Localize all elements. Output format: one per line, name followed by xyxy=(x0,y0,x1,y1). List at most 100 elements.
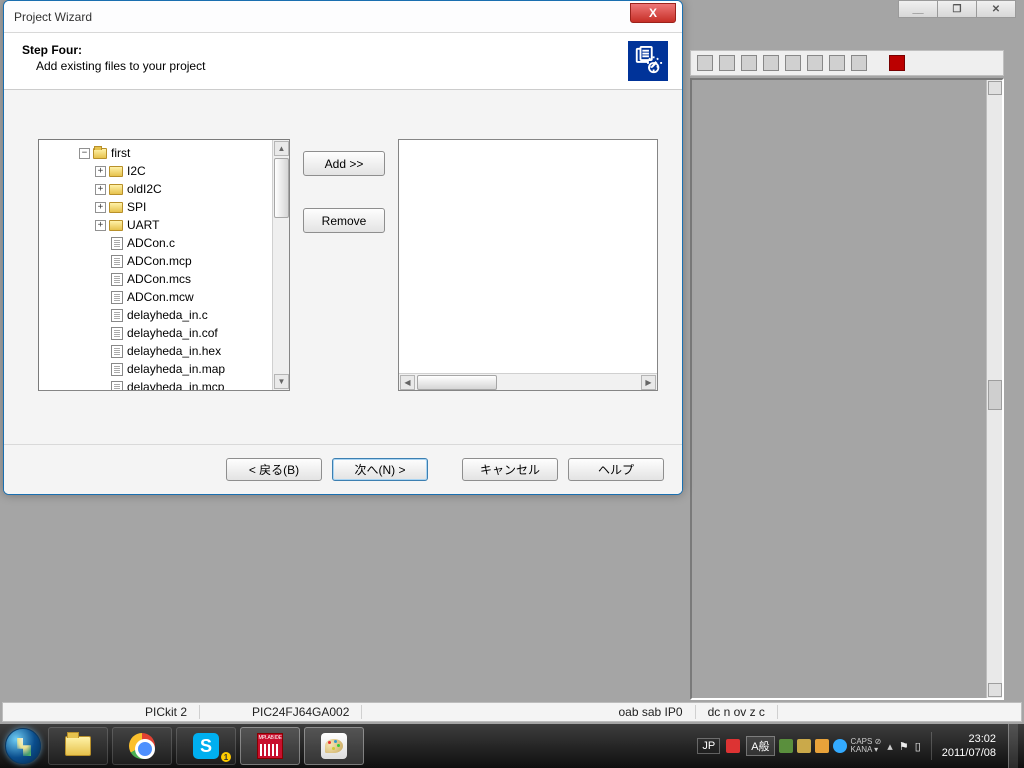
tray-time: 23:02 xyxy=(942,732,996,746)
toolbar-icon[interactable] xyxy=(829,55,845,71)
taskbar-explorer-button[interactable] xyxy=(48,727,108,765)
paint-icon xyxy=(321,733,347,759)
scroll-left-icon[interactable]: ◀ xyxy=(400,375,415,390)
tray-flag-icon[interactable]: ⚑ xyxy=(899,740,909,753)
tree-file[interactable]: delayheda_in.map xyxy=(41,360,287,378)
source-file-tree[interactable]: first I2C oldI2C xyxy=(38,139,290,391)
toolbar-icon[interactable] xyxy=(785,55,801,71)
tray-help-icon[interactable] xyxy=(833,739,847,753)
skype-icon: S1 xyxy=(193,733,219,759)
tree-file[interactable]: ADCon.mcs xyxy=(41,270,287,288)
add-button[interactable]: Add >> xyxy=(303,151,385,176)
help-button[interactable]: ヘルプ xyxy=(568,458,664,481)
tray-clock[interactable]: 23:02 2011/07/08 xyxy=(942,732,1002,760)
step-title: Step Four: xyxy=(22,43,664,57)
scroll-up-icon[interactable] xyxy=(988,81,1002,95)
next-button[interactable]: 次へ(N) > xyxy=(332,458,428,481)
tree-folder[interactable]: oldI2C xyxy=(41,180,287,198)
chrome-icon xyxy=(129,733,155,759)
tree-file[interactable]: delayheda_in.c xyxy=(41,306,287,324)
tree-file[interactable]: delayheda_in.hex xyxy=(41,342,287,360)
dialog-header: Step Four: Add existing files to your pr… xyxy=(4,33,682,90)
work-area-scrollbar[interactable] xyxy=(986,80,1002,698)
expand-icon[interactable] xyxy=(95,202,106,213)
tree-scrollbar[interactable]: ▲ ▼ xyxy=(272,140,289,390)
tree-folder[interactable]: UART xyxy=(41,216,287,234)
remove-button[interactable]: Remove xyxy=(303,208,385,233)
tray-chevron-up-icon[interactable]: ▴ xyxy=(887,740,893,753)
file-icon xyxy=(111,291,123,304)
tree-label: oldI2C xyxy=(127,180,162,198)
tree-file[interactable]: ADCon.mcp xyxy=(41,252,287,270)
mdi-work-area xyxy=(690,78,1004,700)
cancel-label: キャンセル xyxy=(480,461,540,478)
taskbar-chrome-button[interactable] xyxy=(112,727,172,765)
tree-file[interactable]: delayheda_in.cof xyxy=(41,324,287,342)
scroll-thumb[interactable] xyxy=(988,380,1002,410)
dest-h-scrollbar[interactable]: ◀ ▶ xyxy=(399,373,657,390)
parent-minimize-button[interactable]: __ xyxy=(898,0,938,18)
tree-folder-root[interactable]: first xyxy=(41,144,287,162)
scroll-thumb[interactable] xyxy=(274,158,289,218)
parent-restore-button[interactable]: ❐ xyxy=(937,0,977,18)
back-label: < 戻る(B) xyxy=(249,461,299,478)
toolbar-icon[interactable] xyxy=(763,55,779,71)
folder-icon xyxy=(65,736,91,756)
folder-icon xyxy=(109,184,123,195)
scroll-right-icon[interactable]: ▶ xyxy=(641,375,656,390)
tree-label: ADCon.mcs xyxy=(127,270,191,288)
tray-battery-icon[interactable]: ▯ xyxy=(915,740,921,753)
destination-file-list[interactable]: ◀ ▶ xyxy=(398,139,658,391)
tray-app-icon[interactable] xyxy=(726,739,740,753)
expand-icon[interactable] xyxy=(95,184,106,195)
dialog-footer: < 戻る(B) 次へ(N) > キャンセル ヘルプ xyxy=(4,444,682,494)
back-button[interactable]: < 戻る(B) xyxy=(226,458,322,481)
windows-taskbar: S1 JP A般 CAPS ⊘KANA ▾ ▴ ⚑ ▯ 23:02 2011/0… xyxy=(0,724,1024,768)
file-icon xyxy=(111,345,123,358)
tray-ime-icon[interactable] xyxy=(779,739,793,753)
collapse-icon[interactable] xyxy=(79,148,90,159)
tray-lang[interactable]: JP xyxy=(697,738,720,754)
dialog-close-button[interactable]: X xyxy=(630,3,676,23)
scroll-thumb[interactable] xyxy=(417,375,497,390)
toolbar-icon[interactable] xyxy=(719,55,735,71)
next-label: 次へ(N) > xyxy=(354,461,405,478)
tree-file[interactable]: ADCon.mcw xyxy=(41,288,287,306)
parent-close-button[interactable]: ✕ xyxy=(976,0,1016,18)
toolbar-icon[interactable] xyxy=(889,55,905,71)
file-icon xyxy=(111,273,123,286)
cancel-button[interactable]: キャンセル xyxy=(462,458,558,481)
tree-folder[interactable]: I2C xyxy=(41,162,287,180)
dialog-titlebar[interactable]: Project Wizard X xyxy=(4,1,682,33)
wizard-icon xyxy=(628,41,668,81)
tree-label: ADCon.mcw xyxy=(127,288,194,306)
tree-file[interactable]: delayheda_in.mcp xyxy=(41,378,287,391)
expand-icon[interactable] xyxy=(95,220,106,231)
toolbar-icon[interactable] xyxy=(741,55,757,71)
file-icon xyxy=(111,237,123,250)
tray-ime-icon[interactable] xyxy=(815,739,829,753)
remove-button-label: Remove xyxy=(322,214,367,228)
scroll-up-icon[interactable]: ▲ xyxy=(274,141,289,156)
taskbar-mplab-button[interactable] xyxy=(240,727,300,765)
taskbar-paint-button[interactable] xyxy=(304,727,364,765)
toolbar-icon[interactable] xyxy=(851,55,867,71)
taskbar-skype-button[interactable]: S1 xyxy=(176,727,236,765)
tray-ime-icon[interactable] xyxy=(797,739,811,753)
toolbar-icon[interactable] xyxy=(807,55,823,71)
close-icon: X xyxy=(649,6,657,20)
scroll-down-icon[interactable]: ▼ xyxy=(274,374,289,389)
scroll-down-icon[interactable] xyxy=(988,683,1002,697)
status-tool: PICkit 2 xyxy=(133,705,200,719)
tree-file[interactable]: ADCon.c xyxy=(41,234,287,252)
toolbar-icon[interactable] xyxy=(697,55,713,71)
tree-folder[interactable]: SPI xyxy=(41,198,287,216)
tray-ime-mode[interactable]: A般 xyxy=(746,736,774,756)
file-icon xyxy=(111,255,123,268)
tree-label: delayheda_in.c xyxy=(127,306,208,324)
expand-icon[interactable] xyxy=(95,166,106,177)
tree-label: I2C xyxy=(127,162,146,180)
tree-label: delayheda_in.cof xyxy=(127,324,218,342)
start-button[interactable] xyxy=(0,724,46,768)
show-desktop-button[interactable] xyxy=(1008,724,1018,768)
